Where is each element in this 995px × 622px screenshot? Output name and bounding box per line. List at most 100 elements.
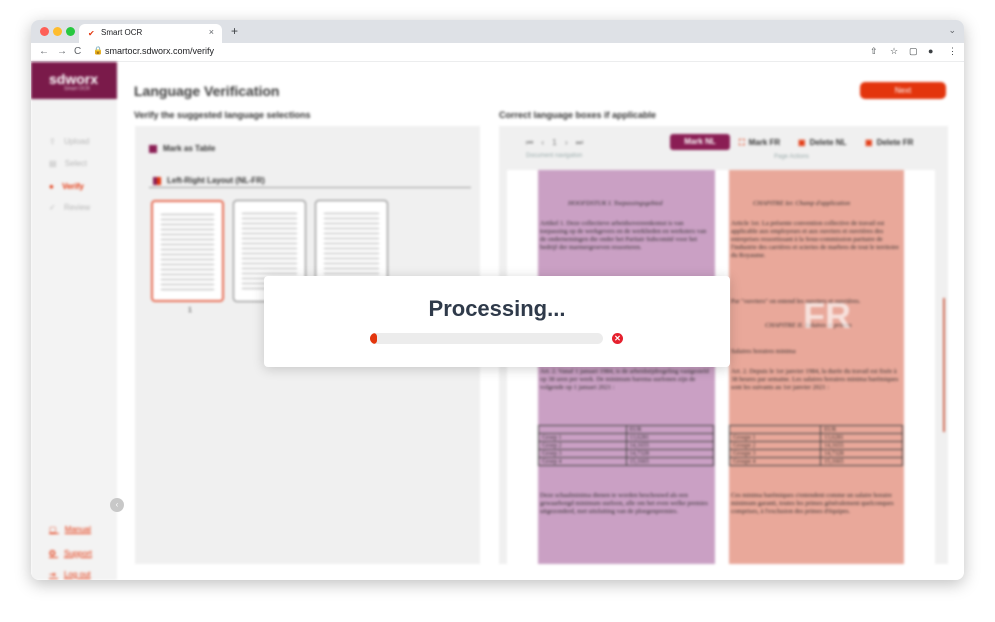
fr-wage-table: EUR Groupe 1 13,6281 Groupe 2 14,1655 Grou… [728, 425, 903, 466]
sidebar-item-label: Upload [63, 137, 90, 146]
logo-subtitle: Smart OCR [64, 86, 90, 92]
select-icon: ▤ [49, 159, 57, 168]
review-icon: ✓ [49, 203, 56, 212]
browser-tabbar: ✔ Smart OCR × + ⌄ [31, 20, 964, 43]
browser-menu-icon[interactable]: ⋮ [948, 46, 957, 57]
upload-icon: ⇧ [49, 137, 56, 146]
fr-table-cell: Groupe 1 [728, 433, 822, 442]
fr-language-box[interactable]: CHAPITRE Ier. Champ d'application Articl… [728, 170, 904, 564]
next-button[interactable]: Next [860, 82, 946, 99]
nl-table-cell: Groep 4 [538, 457, 627, 466]
delete-nl-button[interactable]: ▣ Delete NL [798, 138, 846, 147]
logout-link[interactable]: ⇥ Log out [49, 570, 91, 579]
sidebar-item-label: Verify [62, 182, 84, 191]
layout-selector[interactable]: Left-Right Layout (NL-FR) [149, 173, 471, 188]
new-tab-button[interactable]: + [231, 24, 238, 38]
logo-text: sdworx [49, 71, 99, 87]
fr-footer: Ces minima barémiques s'entendent comme … [731, 492, 894, 515]
fr-table-cell: Groupe 2 [728, 441, 822, 450]
mark-as-table-toggle[interactable]: Mark as Table [149, 144, 215, 153]
mark-as-table-label: Mark as Table [163, 144, 216, 153]
minimize-window-button[interactable] [53, 27, 62, 36]
sidebar-toggle-icon[interactable]: ▢ [909, 46, 918, 57]
favicon-icon: ✔ [88, 29, 95, 38]
mark-fr-label: Mark FR [748, 138, 781, 147]
manual-label: Manual [64, 525, 92, 534]
fr-table-cell: Groupe 3 [728, 449, 822, 458]
fr-box-label: FR [803, 295, 851, 336]
delete-nl-icon: ▣ [798, 138, 806, 147]
bookmark-star-icon[interactable]: ☆ [890, 46, 898, 57]
fr-table-cell: 14,7328 [820, 449, 903, 458]
sidebar-item-upload[interactable]: ⇧ Upload [49, 137, 89, 146]
fr-article-1: Article 1er. La présente convention coll… [731, 220, 899, 259]
document-page: HOOFDSTUK I. Toepassingsgebied Artikel 1… [507, 170, 945, 564]
browser-toolbar: ← → C 🔒 smartocr.sdworx.com/verify ⇧ ☆ ▢… [31, 43, 964, 62]
maximize-window-button[interactable] [66, 27, 75, 36]
nl-heading: HOOFDSTUK I. Toepassingsgebied [568, 200, 663, 207]
address-bar[interactable]: smartocr.sdworx.com/verify [105, 46, 214, 56]
nl-table-cell: 14,7328 [625, 449, 714, 458]
close-window-button[interactable] [40, 27, 49, 36]
support-label: Support [63, 549, 92, 558]
fr-table-cell: Groupe 4 [728, 457, 822, 466]
tab-menu-icon[interactable]: ⌄ [948, 25, 956, 36]
support-link[interactable]: ✪ Support [49, 549, 92, 558]
page-thumbnail[interactable] [151, 200, 224, 302]
nl-table-cell: Groep 1 [538, 433, 627, 442]
reload-button[interactable]: C [74, 46, 81, 57]
tab-title: Smart OCR [101, 28, 143, 37]
nl-table-cell: 15,1665 [625, 457, 714, 466]
back-button[interactable]: ← [39, 46, 49, 57]
sidebar-item-label: Select [64, 159, 88, 168]
browser-tab[interactable]: ✔ Smart OCR × [79, 24, 222, 43]
nl-wage-table: EUR Groep 1 13,6281 Groep 2 14,1655 Groep … [538, 425, 714, 466]
cancel-processing-icon[interactable]: ✕ [612, 333, 623, 344]
fr-heading: CHAPITRE Ier. Champ d'application [753, 200, 851, 207]
forward-button[interactable]: → [57, 46, 67, 57]
layout-label: Left-Right Layout (NL-FR) [167, 176, 265, 185]
mark-fr-button[interactable]: ⛶ Mark FR [739, 138, 780, 148]
nl-footer: Deze schaalminima dienen te worden besch… [540, 492, 708, 515]
mark-fr-icon: ⛶ [739, 138, 745, 147]
delete-fr-icon: ▣ [865, 138, 873, 147]
nl-table-cell: Groep 3 [538, 449, 627, 458]
mark-nl-label: Mark NL [684, 137, 716, 146]
nl-table-cell: Groep 2 [538, 441, 627, 450]
thumbnail-page-number: 1 [188, 307, 192, 314]
thumbnail-preview [161, 212, 214, 290]
manual-icon: ▢ [49, 525, 57, 534]
page-title: Language Verification [134, 83, 280, 99]
sidebar-item-review[interactable]: ✓ Review [49, 203, 90, 212]
mark-nl-button[interactable]: Mark NL [670, 134, 730, 150]
manual-link[interactable]: ▢ Manual [49, 525, 91, 534]
sidebar-item-verify[interactable]: ● Verify [49, 182, 84, 191]
nl-language-box[interactable]: HOOFDSTUK I. Toepassingsgebied Artikel 1… [538, 170, 715, 564]
collapse-sidebar-button[interactable]: ‹ [110, 498, 124, 512]
document-scrollbar[interactable] [943, 298, 945, 432]
sidebar: sdworx Smart OCR ⇧ Upload ▤ Select ● Ver… [31, 62, 117, 580]
layout-icon [153, 176, 161, 185]
nl-article-2: Art. 2. Vanaf 1 januari 1984, is de arbe… [540, 368, 709, 391]
profile-icon[interactable]: ● [928, 46, 933, 56]
support-icon: ✪ [49, 549, 56, 558]
share-icon[interactable]: ⇧ [870, 46, 878, 57]
tab-close-icon[interactable]: × [209, 27, 214, 37]
logout-icon: ⇥ [49, 570, 56, 579]
fr-salaires: Salaires horaires minima [731, 348, 796, 355]
fr-table-cell: 14,1655 [820, 441, 903, 450]
fr-article-2: Art. 2. Depuis le 1er janvier 1984, la d… [731, 368, 899, 391]
sidebar-item-label: Review [63, 203, 91, 212]
logout-label: Log out [63, 570, 91, 579]
fr-table-cell: 13,6281 [820, 433, 903, 442]
sidebar-item-select[interactable]: ▤ Select [49, 159, 87, 168]
nl-article-1: Artikel 1. Deze collectieve arbeidsovere… [540, 220, 707, 251]
sdworx-logo[interactable]: sdworx Smart OCR [31, 62, 117, 99]
delete-fr-button[interactable]: ▣ Delete FR [865, 138, 913, 147]
nl-table-cell: 14,1655 [625, 441, 714, 450]
nl-table-header: EUR [625, 425, 714, 434]
document-navigation[interactable]: ⏮ ‹ 1 › ⏭ [526, 138, 586, 148]
fr-table-cell: 15,1665 [820, 457, 903, 466]
table-icon [149, 144, 157, 153]
delete-nl-label: Delete NL [809, 138, 847, 147]
